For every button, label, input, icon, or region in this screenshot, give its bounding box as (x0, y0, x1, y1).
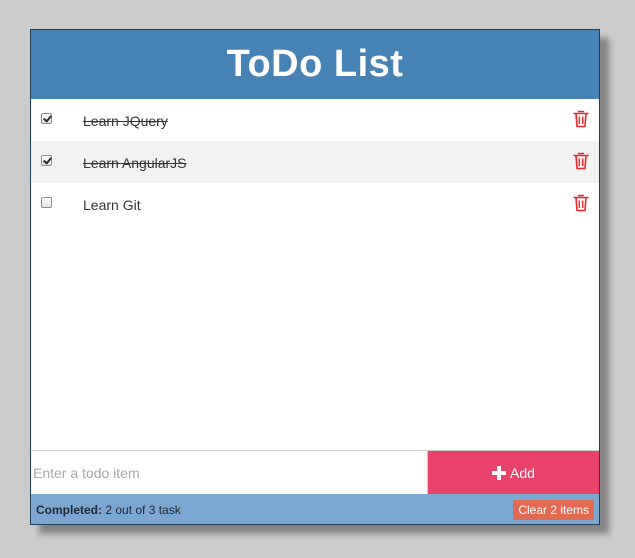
todo-item: Learn JQuery (31, 99, 599, 141)
completed-count-text: 2 out of 3 task (105, 502, 181, 517)
add-button[interactable]: Add (428, 451, 599, 494)
todo-checkbox[interactable] (41, 113, 52, 124)
todo-checkbox[interactable] (41, 155, 52, 166)
todo-item: Learn AngularJS (31, 141, 599, 183)
app-header: ToDo List (31, 30, 599, 99)
app-title: ToDo List (226, 43, 404, 85)
trash-icon[interactable] (573, 110, 589, 128)
todo-checkbox[interactable] (41, 197, 52, 208)
todo-list: Learn JQuery Learn AngularJS Learn Git (31, 99, 599, 450)
todo-label: Learn AngularJS (83, 155, 187, 171)
trash-icon[interactable] (573, 152, 589, 170)
new-todo-field-wrap (31, 451, 428, 494)
todo-label: Learn JQuery (83, 113, 168, 129)
add-button-label: Add (510, 464, 535, 481)
todo-app: ToDo List Learn JQuery Learn AngularJS L… (30, 29, 600, 525)
plus-icon (492, 465, 507, 480)
clear-completed-button[interactable]: Clear 2 items (513, 499, 594, 520)
trash-icon[interactable] (573, 194, 589, 212)
new-todo-form: Add (31, 450, 599, 494)
completed-label: Completed: (36, 502, 102, 517)
completed-summary: Completed: 2 out of 3 task (36, 503, 181, 517)
new-todo-input[interactable] (31, 451, 427, 494)
status-bar: Completed: 2 out of 3 task Clear 2 items (31, 494, 599, 524)
todo-item: Learn Git (31, 183, 599, 225)
todo-label: Learn Git (83, 197, 141, 213)
